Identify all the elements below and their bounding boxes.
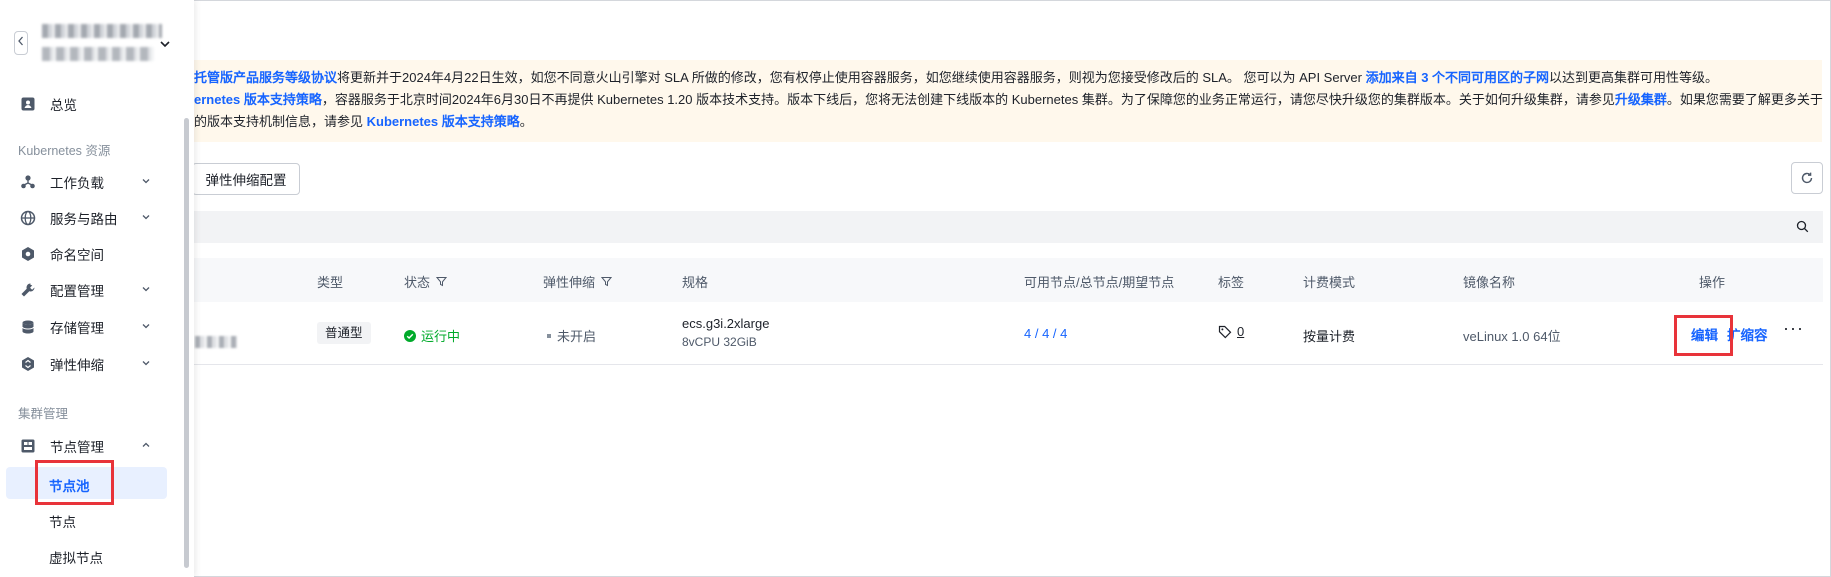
upgrade-cluster-link[interactable]: 升级集群: [1615, 92, 1667, 107]
sidebar-scrollbar[interactable]: [184, 118, 189, 568]
cluster-selector[interactable]: [14, 20, 182, 68]
nav-nodes[interactable]: 节点: [0, 503, 194, 535]
section-kubernetes: Kubernetes 资源: [18, 144, 111, 158]
scaling-cell: 未开启: [547, 326, 596, 345]
search-icon[interactable]: [1796, 220, 1809, 233]
wrench-icon: [19, 281, 37, 299]
filter-icon[interactable]: [601, 276, 613, 287]
chevron-down-icon: [141, 176, 151, 189]
edit-button[interactable]: 编辑: [1691, 324, 1718, 344]
chevron-up-icon: [141, 440, 151, 453]
status-dot: [547, 333, 551, 338]
tags-cell[interactable]: 0: [1218, 324, 1244, 339]
nav-service-routing[interactable]: 服务与路由: [0, 200, 194, 236]
overview-icon: [19, 95, 37, 113]
chevron-down-icon[interactable]: [158, 37, 172, 51]
refresh-icon: [1801, 172, 1813, 184]
header-tags: 标签: [1218, 275, 1245, 290]
version-policy-link[interactable]: ernetes 版本支持策略: [194, 92, 322, 107]
version-policy-link-2[interactable]: Kubernetes 版本支持策略: [367, 114, 520, 129]
header-spec: 规格: [682, 275, 709, 290]
tag-icon: [1218, 325, 1232, 338]
add-subnet-link[interactable]: 添加来自 3 个不同可用区的子网: [1366, 70, 1549, 85]
more-actions-button[interactable]: ···: [1783, 318, 1804, 339]
nav-nodepool[interactable]: 节点池: [0, 467, 194, 499]
header-status: 状态: [404, 272, 448, 291]
notice-line-2: ernetes 版本支持策略，容器服务于北京时间2024年6月30日不再提供 K…: [194, 92, 1823, 107]
sla-notice-banner: 托管版产品服务等级协议将更新并于2024年4月22日生效，如您不同意火山引擎对 …: [170, 60, 1823, 142]
filter-icon[interactable]: [436, 276, 448, 287]
scaling-config-button[interactable]: 弹性伸缩配置: [192, 163, 300, 195]
header-ops: 操作: [1699, 275, 1726, 290]
header-type: 类型: [317, 275, 344, 290]
sla-agreement-link[interactable]: 托管版产品服务等级协议: [194, 70, 337, 85]
nav-namespace[interactable]: 命名空间: [0, 236, 194, 272]
notice-line-3: 的版本支持机制信息，请参见 Kubernetes 版本支持策略。: [194, 114, 533, 129]
node-icon: [19, 437, 37, 455]
nav-storage[interactable]: 存储管理: [0, 309, 194, 345]
nav-workload[interactable]: 工作负载: [0, 164, 194, 200]
sidebar: 总览 Kubernetes 资源 工作负载 服务与路由 命名空间 配置管理 存储…: [0, 0, 194, 577]
header-scaling: 弹性伸缩: [543, 272, 613, 291]
scaling-icon: [19, 355, 37, 373]
node-count-link[interactable]: 4 / 4 / 4: [1024, 326, 1067, 341]
refresh-button[interactable]: [1791, 162, 1823, 194]
spec-detail: 8vCPU 32GiB: [682, 335, 757, 349]
chevron-left-icon: [18, 36, 23, 46]
status-cell: 运行中: [404, 326, 460, 345]
header-nodes: 可用节点/总节点/期望节点: [1024, 275, 1175, 290]
header-billing: 计费模式: [1303, 275, 1356, 290]
database-icon: [19, 318, 37, 336]
cluster-name-redacted: [42, 24, 162, 38]
cluster-id-redacted: [42, 47, 154, 61]
search-bar[interactable]: [190, 211, 1823, 243]
scale-button[interactable]: 扩缩容: [1727, 324, 1768, 344]
workload-icon: [19, 173, 37, 191]
header-image: 镜像名称: [1463, 275, 1516, 290]
nav-node-management[interactable]: 节点管理: [0, 428, 194, 464]
nav-virtual-nodes[interactable]: 虚拟节点: [0, 539, 194, 571]
table-row: 普通型 运行中 未开启 ecs.g3i.2xlarge 8vCPU 32GiB …: [190, 302, 1823, 365]
chevron-down-icon: [141, 212, 151, 225]
notice-line-1: 托管版产品服务等级协议将更新并于2024年4月22日生效，如您不同意火山引擎对 …: [194, 70, 1719, 85]
chevron-down-icon: [141, 358, 151, 371]
chevron-down-icon: [141, 321, 151, 334]
type-tag: 普通型: [317, 322, 371, 344]
namespace-icon: [19, 245, 37, 263]
spec-name: ecs.g3i.2xlarge: [682, 316, 770, 331]
nav-autoscaling[interactable]: 弹性伸缩: [0, 346, 194, 382]
check-circle-icon: [404, 329, 416, 342]
nodepool-name-redacted: [195, 336, 237, 348]
nav-config[interactable]: 配置管理: [0, 272, 194, 308]
chevron-down-icon: [141, 284, 151, 297]
image-cell: veLinux 1.0 64位: [1463, 329, 1561, 344]
table-header: 类型 状态 弹性伸缩 规格 可用节点/总节点/期望节点 标签 计费模式 镜像名称…: [190, 258, 1823, 302]
section-cluster-mgmt: 集群管理: [18, 407, 69, 421]
billing-cell: 按量计费: [1303, 329, 1356, 344]
globe-icon: [19, 209, 37, 227]
back-button[interactable]: [14, 31, 28, 55]
nav-overview[interactable]: 总览: [0, 86, 194, 122]
